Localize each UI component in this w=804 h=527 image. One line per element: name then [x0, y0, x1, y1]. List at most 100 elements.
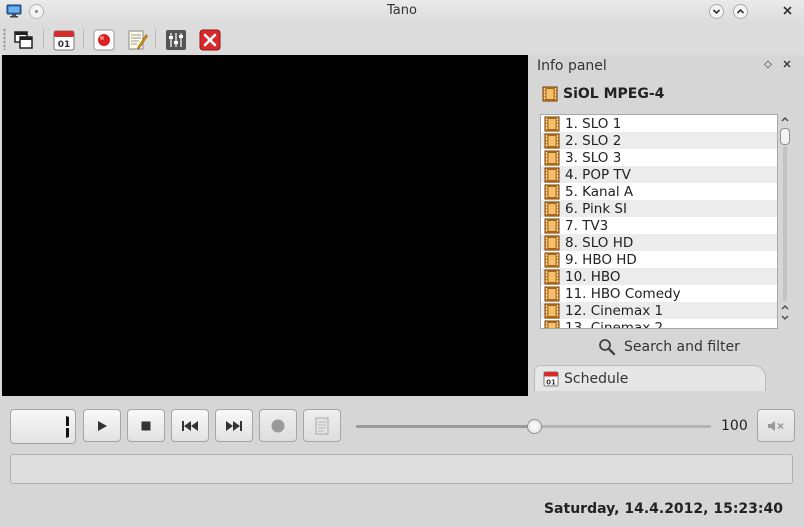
- schedule-button[interactable]: 01: [51, 27, 77, 53]
- channel-number-display: [10, 409, 76, 444]
- film-icon: [544, 218, 560, 233]
- channel-name: 7. TV3: [565, 217, 609, 234]
- channel-name: 5. Kanal A: [565, 183, 634, 200]
- film-icon: [544, 235, 560, 250]
- channel-list-item[interactable]: 4. POP TV: [541, 166, 777, 183]
- channel-list-scrollbar[interactable]: [778, 114, 792, 329]
- title-bar: Tano: [0, 0, 804, 24]
- close-icon: [783, 6, 792, 15]
- svg-text:01: 01: [546, 378, 556, 386]
- playback-controls: 100: [2, 398, 802, 492]
- channel-name: 1. SLO 1: [565, 115, 622, 132]
- channel-name: 6. Pink SI: [565, 200, 627, 217]
- next-icon: [226, 420, 242, 431]
- play-icon: [98, 420, 107, 431]
- next-button[interactable]: [215, 409, 253, 442]
- play-button[interactable]: [83, 409, 121, 442]
- chevron-down-icon: [712, 9, 721, 15]
- tab-schedule-label: Schedule: [564, 370, 629, 387]
- channel-list-item[interactable]: 12. Cinemax 1: [541, 302, 777, 319]
- red-close-icon: [199, 29, 221, 51]
- minimize-button[interactable]: [709, 4, 724, 19]
- calendar-icon: 01: [53, 30, 75, 51]
- channel-list-item[interactable]: 7. TV3: [541, 217, 777, 234]
- film-icon: [544, 150, 560, 165]
- channel-list-item[interactable]: 8. SLO HD: [541, 234, 777, 251]
- mute-button[interactable]: [757, 409, 795, 442]
- edit-playlist-button[interactable]: [124, 27, 150, 53]
- video-display[interactable]: [2, 55, 528, 396]
- volume-slider[interactable]: [356, 419, 711, 434]
- channel-list-item[interactable]: 2. SLO 2: [541, 132, 777, 149]
- film-icon: [544, 320, 560, 328]
- channel-list-item[interactable]: 5. Kanal A: [541, 183, 777, 200]
- stop-icon: [141, 421, 151, 430]
- channel-name: 4. POP TV: [565, 166, 631, 183]
- close-panel-button[interactable]: [781, 58, 793, 70]
- status-message-field: [10, 454, 793, 484]
- scroll-handle[interactable]: [780, 128, 790, 145]
- close-button[interactable]: [780, 4, 795, 19]
- chevron-up-icon: [736, 8, 745, 14]
- toolbar-separator: [83, 29, 84, 49]
- scroll-down-arrow[interactable]: [780, 303, 790, 325]
- channel-list-item[interactable]: 3. SLO 3: [541, 149, 777, 166]
- channel-list-item[interactable]: 9. HBO HD: [541, 251, 777, 268]
- film-icon: [544, 133, 560, 148]
- record-circle-icon: [271, 419, 285, 432]
- status-bar: Saturday, 14.4.2012, 15:23:40: [0, 492, 804, 527]
- scroll-arrows-icon: [781, 305, 789, 320]
- channel-name: 2. SLO 2: [565, 132, 622, 149]
- scroll-up-arrow[interactable]: [780, 115, 790, 125]
- date-time-label: Saturday, 14.4.2012, 15:23:40: [543, 501, 783, 517]
- info-panel: Info panel ◇ SiOL MPEG-4 1. SLO 1 2. SLO …: [532, 55, 802, 396]
- film-icon: [544, 286, 560, 301]
- chevron-up-icon: [781, 117, 789, 122]
- channels-button[interactable]: [11, 27, 37, 53]
- maximize-button[interactable]: [733, 4, 748, 19]
- channel-list-item[interactable]: 10. HBO: [541, 268, 777, 285]
- search-and-filter-button[interactable]: Search and filter: [598, 338, 740, 356]
- stop-button[interactable]: [127, 409, 165, 442]
- toolbar-grip[interactable]: [3, 28, 6, 50]
- settings-button[interactable]: [163, 27, 189, 53]
- film-icon: [544, 252, 560, 267]
- tab-schedule[interactable]: 01 Schedule: [534, 365, 766, 391]
- film-icon: [544, 167, 560, 182]
- float-panel-button[interactable]: ◇: [762, 59, 774, 71]
- film-icon: [544, 303, 560, 318]
- channel-name: 8. SLO HD: [565, 234, 634, 251]
- channel-list-item[interactable]: 1. SLO 1: [541, 115, 777, 132]
- film-icon: [544, 116, 560, 131]
- document-icon: [315, 417, 329, 434]
- record-button[interactable]: [91, 27, 117, 53]
- speaker-muted-icon: [768, 420, 784, 431]
- toolbar-separator: [155, 29, 156, 49]
- channel-name: 10. HBO: [565, 268, 621, 285]
- volume-slider-handle[interactable]: [526, 419, 542, 434]
- channel-list[interactable]: 1. SLO 1 2. SLO 2 3. SLO 3 4. POP TV 5. Kana…: [540, 114, 778, 329]
- record-playback-button[interactable]: [259, 409, 297, 442]
- channel-list-item[interactable]: 6. Pink SI: [541, 200, 777, 217]
- channel-name: 3. SLO 3: [565, 149, 622, 166]
- recording-info-button[interactable]: [303, 409, 341, 442]
- lcd-digit: [66, 416, 69, 438]
- exit-button[interactable]: [197, 27, 223, 53]
- channel-list-item[interactable]: 11. HBO Comedy: [541, 285, 777, 302]
- previous-icon: [182, 420, 198, 431]
- volume-value: 100: [721, 418, 748, 434]
- previous-button[interactable]: [171, 409, 209, 442]
- film-icon: [544, 269, 560, 284]
- volume-slider-fill: [356, 425, 534, 428]
- channel-list-item[interactable]: 13. Cinemax 2: [541, 319, 777, 329]
- search-icon: [599, 339, 616, 356]
- channel-name: 9. HBO HD: [565, 251, 637, 268]
- record-icon: [93, 29, 115, 51]
- film-icon: [542, 86, 558, 102]
- channel-name: 13. Cinemax 2: [565, 319, 664, 329]
- window-title: Tano: [387, 3, 417, 18]
- playlist-name: SiOL MPEG-4: [542, 86, 664, 102]
- scroll-track[interactable]: [783, 146, 787, 301]
- main-toolbar: 01: [0, 24, 804, 55]
- playlist-name-label: SiOL MPEG-4: [563, 86, 665, 102]
